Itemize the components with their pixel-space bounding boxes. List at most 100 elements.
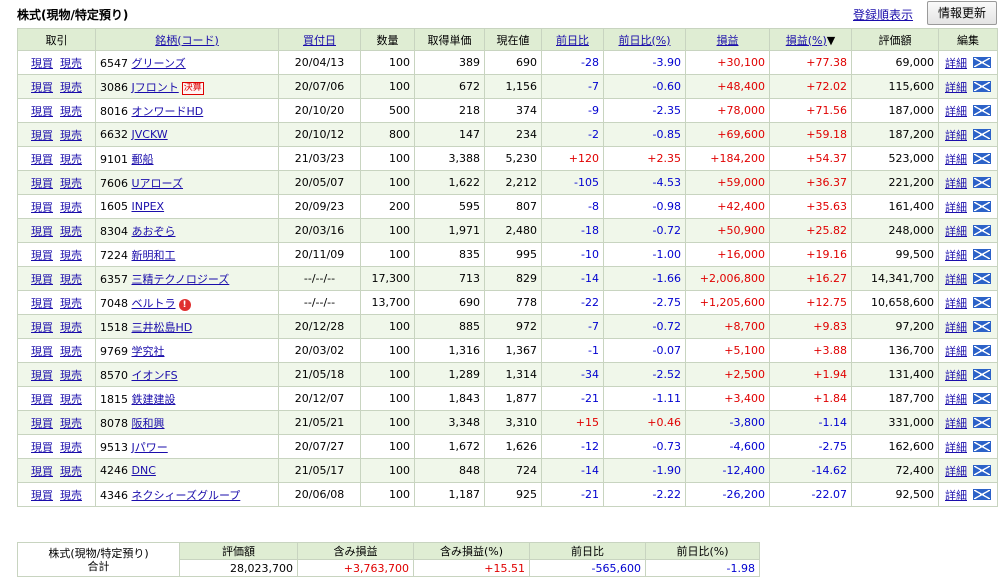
stock-name-link[interactable]: JVCKW — [132, 128, 168, 141]
detail-link[interactable]: 詳細 — [945, 201, 967, 214]
stock-name-link[interactable]: ベルトラ — [132, 297, 176, 310]
buy-link[interactable]: 現買 — [31, 57, 53, 70]
stock-name-link[interactable]: グリーンズ — [132, 57, 186, 70]
mail-icon[interactable] — [973, 80, 991, 92]
mail-icon[interactable] — [973, 464, 991, 476]
mail-icon[interactable] — [973, 224, 991, 236]
buy-link[interactable]: 現買 — [31, 345, 53, 358]
detail-link[interactable]: 詳細 — [945, 57, 967, 70]
stock-name-link[interactable]: Jパワー — [132, 441, 168, 454]
buy-link[interactable]: 現買 — [31, 153, 53, 166]
sort-by-pl-link[interactable]: 損益 — [717, 34, 739, 47]
detail-link[interactable]: 詳細 — [945, 297, 967, 310]
sort-by-change-link[interactable]: 前日比 — [556, 34, 589, 47]
mail-icon[interactable] — [973, 104, 991, 116]
detail-link[interactable]: 詳細 — [945, 345, 967, 358]
col-header-pl-pct[interactable]: 損益(%)▼ — [769, 28, 852, 51]
stock-name-link[interactable]: ネクシィーズグループ — [132, 489, 241, 502]
detail-link[interactable]: 詳細 — [945, 465, 967, 478]
col-header-change-pct[interactable]: 前日比(%) — [603, 28, 686, 51]
mail-icon[interactable] — [973, 392, 991, 404]
buy-link[interactable]: 現買 — [31, 105, 53, 118]
buy-link[interactable]: 現買 — [31, 129, 53, 142]
mail-icon[interactable] — [973, 152, 991, 164]
sell-link[interactable]: 現売 — [60, 81, 82, 94]
sell-link[interactable]: 現売 — [60, 441, 82, 454]
stock-name-link[interactable]: Jフロント — [132, 81, 179, 94]
sell-link[interactable]: 現売 — [60, 225, 82, 238]
detail-link[interactable]: 詳細 — [945, 225, 967, 238]
mail-icon[interactable] — [973, 248, 991, 260]
sort-by-registration-link[interactable]: 登録順表示 — [853, 6, 913, 23]
mail-icon[interactable] — [973, 200, 991, 212]
sell-link[interactable]: 現売 — [60, 273, 82, 286]
mail-icon[interactable] — [973, 296, 991, 308]
buy-link[interactable]: 現買 — [31, 393, 53, 406]
sell-link[interactable]: 現売 — [60, 321, 82, 334]
mail-icon[interactable] — [973, 344, 991, 356]
buy-link[interactable]: 現買 — [31, 441, 53, 454]
mail-icon[interactable] — [973, 128, 991, 140]
detail-link[interactable]: 詳細 — [945, 489, 967, 502]
sort-by-date-link[interactable]: 買付日 — [303, 34, 336, 47]
sort-by-change-pct-link[interactable]: 前日比(%) — [618, 34, 670, 47]
col-header-change[interactable]: 前日比 — [541, 28, 604, 51]
detail-link[interactable]: 詳細 — [945, 321, 967, 334]
sort-by-pl-pct-link[interactable]: 損益(%) — [786, 34, 827, 47]
mail-icon[interactable] — [973, 368, 991, 380]
buy-link[interactable]: 現買 — [31, 321, 53, 334]
stock-name-link[interactable]: 鉄建建設 — [132, 393, 176, 406]
sell-link[interactable]: 現売 — [60, 369, 82, 382]
sell-link[interactable]: 現売 — [60, 417, 82, 430]
detail-link[interactable]: 詳細 — [945, 393, 967, 406]
detail-link[interactable]: 詳細 — [945, 153, 967, 166]
detail-link[interactable]: 詳細 — [945, 105, 967, 118]
mail-icon[interactable] — [973, 488, 991, 500]
sell-link[interactable]: 現売 — [60, 105, 82, 118]
buy-link[interactable]: 現買 — [31, 201, 53, 214]
sell-link[interactable]: 現売 — [60, 153, 82, 166]
col-header-name[interactable]: 銘柄(コード) — [95, 28, 279, 51]
stock-name-link[interactable]: 阪和興 — [132, 417, 165, 430]
detail-link[interactable]: 詳細 — [945, 369, 967, 382]
stock-name-link[interactable]: あおぞら — [132, 225, 176, 238]
stock-name-link[interactable]: 郵船 — [132, 153, 154, 166]
sell-link[interactable]: 現売 — [60, 249, 82, 262]
stock-name-link[interactable]: 三井松島HD — [132, 321, 193, 334]
sell-link[interactable]: 現売 — [60, 201, 82, 214]
buy-link[interactable]: 現買 — [31, 249, 53, 262]
sell-link[interactable]: 現売 — [60, 57, 82, 70]
stock-name-link[interactable]: DNC — [132, 464, 156, 477]
sell-link[interactable]: 現売 — [60, 393, 82, 406]
buy-link[interactable]: 現買 — [31, 177, 53, 190]
col-header-buy-date[interactable]: 買付日 — [278, 28, 361, 51]
col-header-pl[interactable]: 損益 — [685, 28, 770, 51]
mail-icon[interactable] — [973, 320, 991, 332]
stock-name-link[interactable]: 学究社 — [132, 345, 165, 358]
sell-link[interactable]: 現売 — [60, 465, 82, 478]
stock-name-link[interactable]: イオンFS — [132, 369, 178, 382]
sell-link[interactable]: 現売 — [60, 489, 82, 502]
sell-link[interactable]: 現売 — [60, 129, 82, 142]
mail-icon[interactable] — [973, 56, 991, 68]
mail-icon[interactable] — [973, 176, 991, 188]
buy-link[interactable]: 現買 — [31, 465, 53, 478]
mail-icon[interactable] — [973, 272, 991, 284]
stock-name-link[interactable]: Uアローズ — [132, 177, 184, 190]
buy-link[interactable]: 現買 — [31, 225, 53, 238]
detail-link[interactable]: 詳細 — [945, 129, 967, 142]
sort-by-name-link[interactable]: 銘柄(コード) — [155, 34, 219, 47]
stock-name-link[interactable]: 三精テクノロジーズ — [132, 273, 230, 286]
detail-link[interactable]: 詳細 — [945, 417, 967, 430]
detail-link[interactable]: 詳細 — [945, 249, 967, 262]
sell-link[interactable]: 現売 — [60, 297, 82, 310]
mail-icon[interactable] — [973, 416, 991, 428]
detail-link[interactable]: 詳細 — [945, 177, 967, 190]
refresh-button[interactable]: 情報更新 — [927, 1, 997, 25]
detail-link[interactable]: 詳細 — [945, 81, 967, 94]
sell-link[interactable]: 現売 — [60, 345, 82, 358]
mail-icon[interactable] — [973, 440, 991, 452]
sell-link[interactable]: 現売 — [60, 177, 82, 190]
buy-link[interactable]: 現買 — [31, 297, 53, 310]
stock-name-link[interactable]: 新明和工 — [132, 249, 176, 262]
